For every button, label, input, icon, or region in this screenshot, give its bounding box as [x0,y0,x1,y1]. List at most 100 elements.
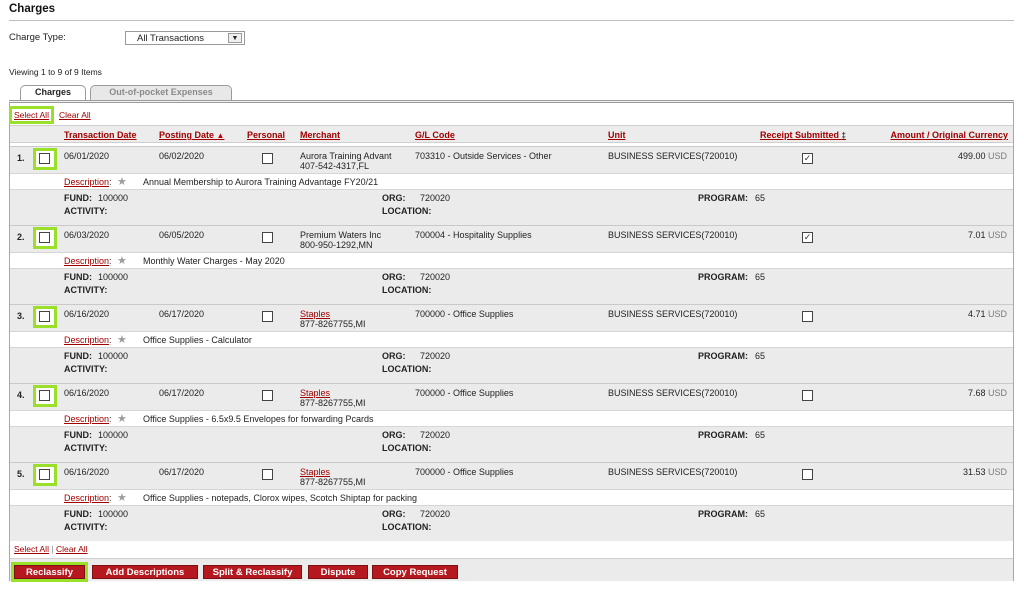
checkbox-box[interactable] [39,232,50,243]
col-personal[interactable]: Personal [247,130,285,140]
charge-type-select[interactable]: All Transactions ▼ [125,31,245,45]
org-label: ORG: [382,430,406,440]
star-icon[interactable]: ★ [117,254,127,267]
activity-label: ACTIVITY: [64,443,108,453]
col-gl-code[interactable]: G/L Code [415,130,455,140]
org-value: 720020 [420,193,451,203]
description-colon: : [109,335,112,345]
checkbox-box[interactable] [39,153,50,164]
tab-charges[interactable]: Charges [20,85,86,100]
clear-all-link-bottom[interactable]: Clear All [56,544,88,554]
merchant[interactable]: Staples 877-8267755,MI [300,388,366,408]
row-select-checkbox[interactable] [33,385,57,407]
row-select-checkbox[interactable] [33,464,57,486]
description-label[interactable]: Description: [64,177,112,187]
merchant-name[interactable]: Staples [300,388,330,398]
checkbox-box[interactable] [39,390,50,401]
col-amount[interactable]: Amount / Original Currency [890,130,1008,140]
description-link[interactable]: Description [64,414,109,424]
accounting-row: FUND: 100000 ACTIVITY: ORG: 720020 LOCATION: P… [10,347,1013,383]
merchant: Aurora Training Advant 407-542-4317,FL [300,151,392,171]
title-divider [9,20,1014,21]
description-link[interactable]: Description [64,177,109,187]
fund-label: FUND: [64,351,92,361]
row-select-checkbox[interactable] [33,227,57,249]
row-select-checkbox[interactable] [33,306,57,328]
table-header: Transaction Date Posting Date ▲ Personal… [10,125,1013,143]
checkbox-box[interactable] [39,311,50,322]
add-descriptions-button[interactable]: Add Descriptions [92,565,198,579]
personal-checkbox[interactable] [262,469,273,480]
location-label: LOCATION: [382,443,432,453]
program-value: 65 [755,272,766,282]
select-all-link[interactable]: Select All [9,106,54,124]
receipt-submitted-checkbox[interactable] [802,390,813,401]
col-merchant[interactable]: Merchant [300,130,340,140]
posting-date: 06/17/2020 [159,388,205,398]
tab-out-of-pocket-expenses[interactable]: Out-of-pocket Expenses [90,85,232,100]
location-label: LOCATION: [382,285,432,295]
program-label: PROGRAM: [698,430,748,440]
fund-label: FUND: [64,430,92,440]
transaction-date: 06/16/2020 [64,467,110,477]
dispute-button[interactable]: Dispute [308,565,368,579]
personal-checkbox[interactable] [262,153,273,164]
posting-date: 06/05/2020 [159,230,205,240]
copy-request-button[interactable]: Copy Request [372,565,458,579]
chevron-down-icon[interactable]: ▼ [228,33,242,43]
accounting-row: FUND: 100000 ACTIVITY: ORG: 720020 LOCATION: P… [10,268,1013,304]
row-select-checkbox[interactable] [33,148,57,170]
merchant-name[interactable]: Staples [300,309,330,319]
fund-value: 100000 [98,272,129,282]
clear-all-link[interactable]: Clear All [59,110,91,120]
receipt-submitted-checkbox[interactable] [802,469,813,480]
table-row: 2. 06/03/2020 06/05/2020 Premium Waters Inc… [10,225,1013,252]
col-posting-date-label[interactable]: Posting Date [159,130,214,140]
select-all-link-bottom[interactable]: Select All [14,544,49,554]
unit: BUSINESS SERVICES(720010) [608,388,738,398]
activity-label: ACTIVITY: [64,206,108,216]
reclassify-button[interactable]: Reclassify [11,562,88,582]
amount-value: 499.00 [957,151,986,161]
col-receipt-submitted-label[interactable]: Receipt Submitted [760,130,839,140]
checkbox-box[interactable] [39,469,50,480]
description-link[interactable]: Description [64,256,109,266]
personal-checkbox[interactable] [262,232,273,243]
receipt-submitted-checkbox[interactable] [802,311,813,322]
program-label: PROGRAM: [698,193,748,203]
amount-value: 7.68 [967,388,986,398]
merchant[interactable]: Staples 877-8267755,MI [300,467,366,487]
description-label[interactable]: Description: [64,414,112,424]
amount: 7.01 USD [968,230,1007,240]
merchant[interactable]: Staples 877-8267755,MI [300,309,366,329]
currency: USD [987,151,1007,161]
receipt-submitted-checkbox[interactable]: ✓ [802,153,813,164]
star-icon[interactable]: ★ [117,175,127,188]
star-icon[interactable]: ★ [117,333,127,346]
star-icon[interactable]: ★ [117,491,127,504]
program-label: PROGRAM: [698,351,748,361]
description-link[interactable]: Description [64,493,109,503]
description-label[interactable]: Description: [64,493,112,503]
col-posting-date[interactable]: Posting Date ▲ [159,130,224,140]
charge-record: 5. 06/16/2020 06/17/2020 Staples 877-8267755… [10,462,1013,541]
split-reclassify-button[interactable]: Split & Reclassify [203,565,302,579]
col-unit[interactable]: Unit [608,130,626,140]
description-label[interactable]: Description: [64,256,112,266]
col-receipt-submitted[interactable]: Receipt Submitted ‡ [760,130,846,140]
description-label[interactable]: Description: [64,335,112,345]
personal-checkbox[interactable] [262,390,273,401]
merchant-name[interactable]: Staples [300,467,330,477]
receipt-submitted-checkbox[interactable]: ✓ [802,232,813,243]
page-title: Charges [9,3,56,15]
charge-type-label: Charge Type: [9,32,66,43]
org-label: ORG: [382,272,406,282]
org-value: 720020 [420,509,451,519]
star-icon[interactable]: ★ [117,412,127,425]
description-link[interactable]: Description [64,335,109,345]
unit: BUSINESS SERVICES(720010) [608,309,738,319]
col-transaction-date[interactable]: Transaction Date [64,130,137,140]
personal-checkbox[interactable] [262,311,273,322]
charge-record: 4. 06/16/2020 06/17/2020 Staples 877-8267755… [10,383,1013,462]
row-number: 1. [17,153,25,163]
